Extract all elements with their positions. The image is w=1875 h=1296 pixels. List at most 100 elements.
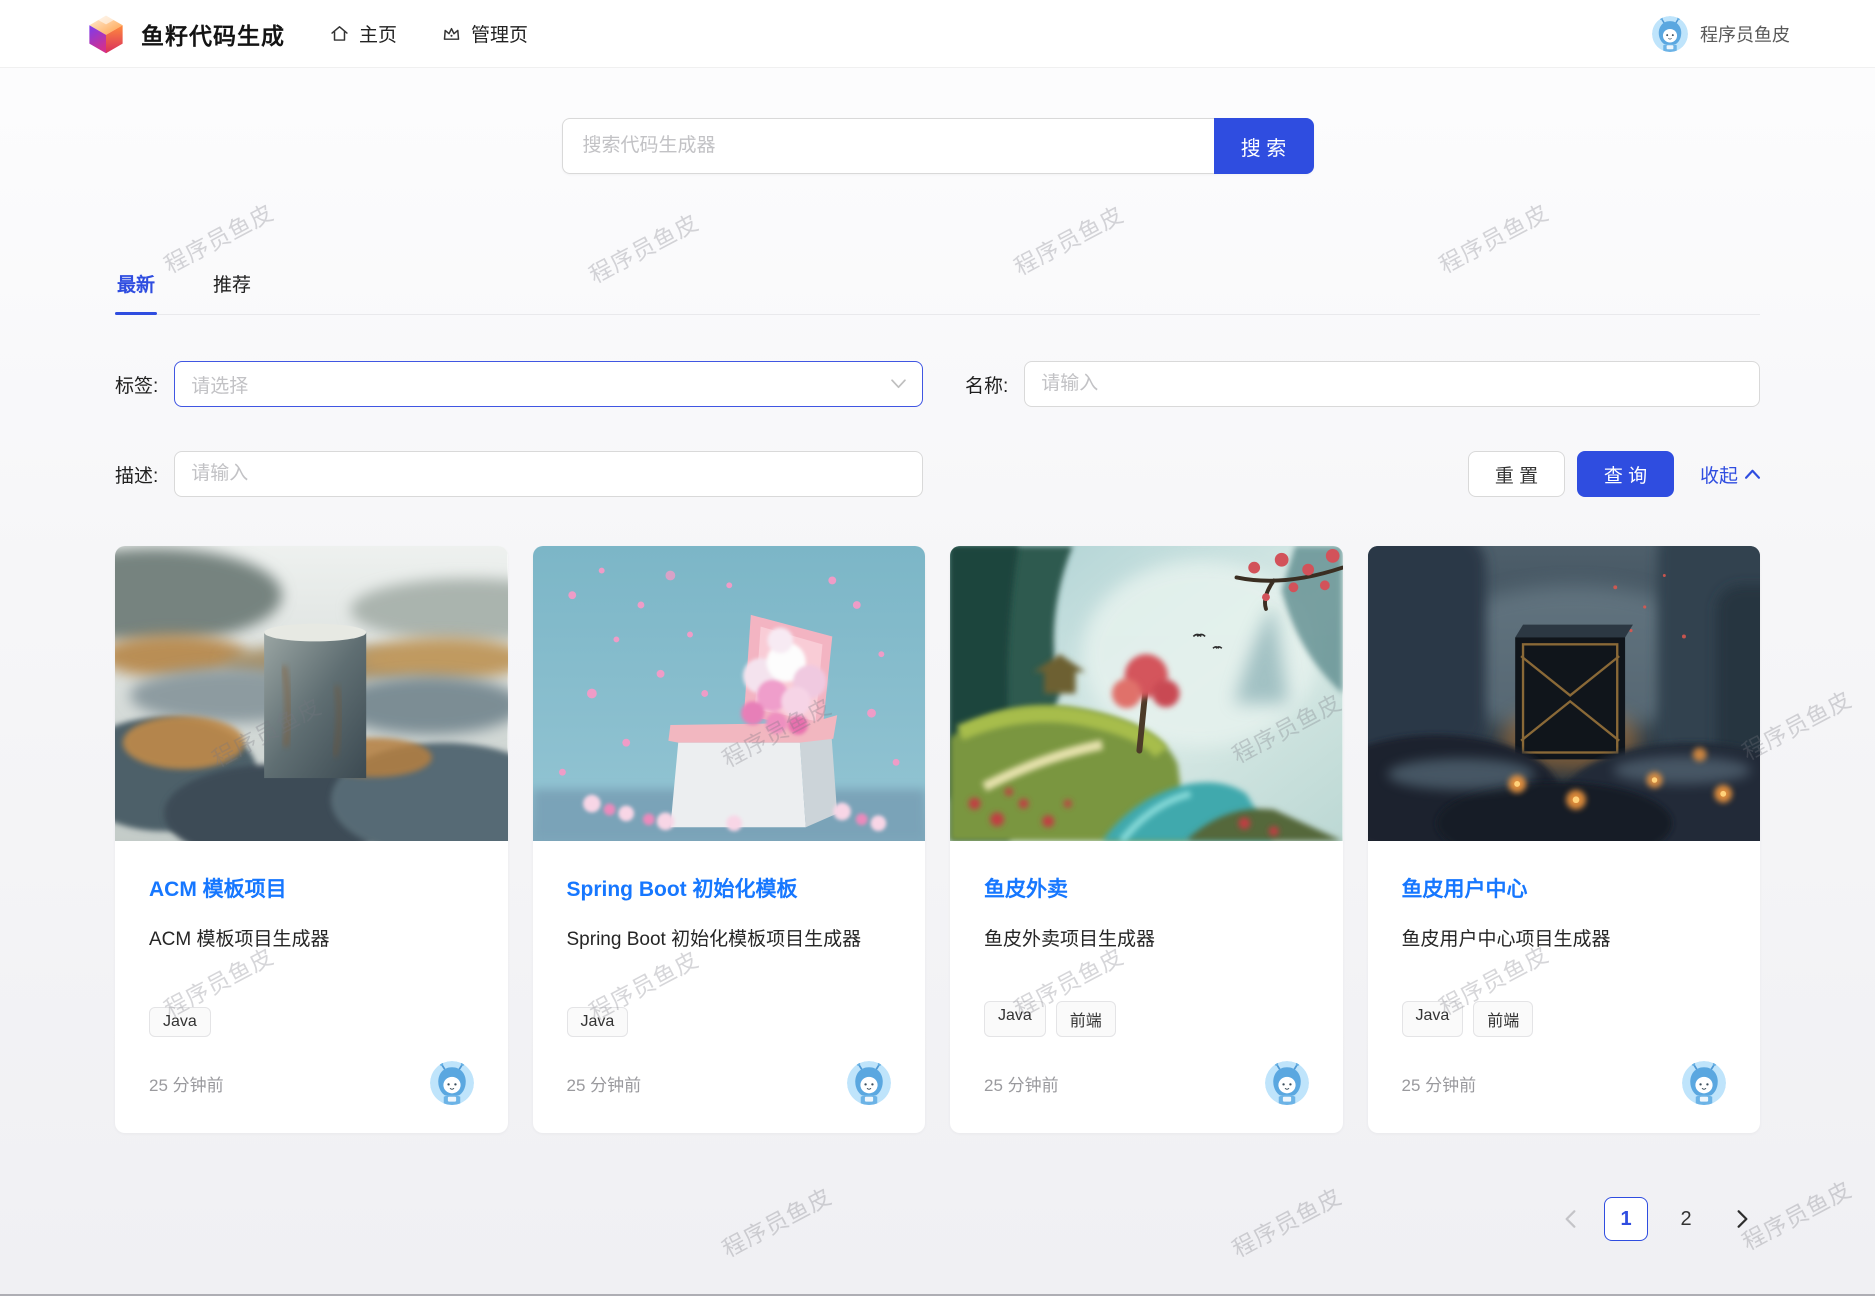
user-menu[interactable]: 程序员鱼皮 bbox=[1652, 16, 1790, 52]
tag-pill: Java bbox=[1402, 1001, 1464, 1037]
cover-art-valley-landscape bbox=[950, 546, 1343, 841]
card-body: ACM 模板项目 ACM 模板项目生成器 Java 25 分钟前 bbox=[115, 841, 508, 1133]
brand[interactable]: 鱼籽代码生成 bbox=[85, 12, 285, 56]
card-tags: Java bbox=[567, 1007, 892, 1037]
tag-pill: 前端 bbox=[1473, 1001, 1533, 1037]
name-filter-input[interactable] bbox=[1024, 361, 1760, 407]
cover-art-desert-cube bbox=[115, 546, 508, 841]
tag-pill: 前端 bbox=[1056, 1001, 1116, 1037]
filter-actions: 重 置 查 询 收起 bbox=[1468, 451, 1760, 497]
crown-icon bbox=[441, 23, 462, 44]
card-title-link[interactable]: ACM 模板项目 bbox=[149, 873, 474, 903]
card-cover-image bbox=[950, 546, 1343, 841]
card-title-link[interactable]: 鱼皮外卖 bbox=[984, 873, 1309, 903]
cover-art-flower-box bbox=[533, 546, 926, 841]
tag-pill: Java bbox=[567, 1007, 629, 1037]
card-author-avatar bbox=[430, 1061, 474, 1105]
card-description: 鱼皮用户中心项目生成器 bbox=[1402, 925, 1727, 954]
card-description: ACM 模板项目生成器 bbox=[149, 925, 474, 954]
search-box: 搜 索 bbox=[562, 118, 1314, 174]
card-cover-image bbox=[533, 546, 926, 841]
generator-card-grid: ACM 模板项目 ACM 模板项目生成器 Java 25 分钟前 bbox=[115, 546, 1760, 1133]
pagination-page-1[interactable]: 1 bbox=[1604, 1197, 1648, 1241]
card-cover-image bbox=[1368, 546, 1761, 841]
tag-select-placeholder: 请选择 bbox=[191, 371, 248, 398]
chevron-right-icon bbox=[1737, 1210, 1748, 1228]
card-cover-image bbox=[115, 546, 508, 841]
chevron-down-icon bbox=[891, 379, 906, 389]
tag-pill: Java bbox=[149, 1007, 211, 1037]
card-description: Spring Boot 初始化模板项目生成器 bbox=[567, 925, 892, 954]
home-icon bbox=[329, 23, 350, 44]
chevron-up-icon bbox=[1745, 469, 1760, 479]
card-footer: 25 分钟前 bbox=[1402, 1061, 1727, 1105]
nav-item-label: 主页 bbox=[359, 20, 397, 47]
pagination-next-button[interactable] bbox=[1724, 1197, 1760, 1241]
brand-logo-cube-icon bbox=[85, 12, 127, 56]
filter-group-description: 描述: bbox=[115, 451, 923, 497]
tab-recommended[interactable]: 推荐 bbox=[211, 258, 253, 314]
nav-item-home[interactable]: 主页 bbox=[329, 20, 397, 47]
filter-form: 标签: 请选择 名称: 描述: 重 置 查 询 bbox=[115, 361, 1760, 497]
card-title-link[interactable]: Spring Boot 初始化模板 bbox=[567, 873, 892, 903]
card-body: 鱼皮外卖 鱼皮外卖项目生成器 Java 前端 25 分钟前 bbox=[950, 841, 1343, 1133]
reset-button[interactable]: 重 置 bbox=[1468, 451, 1565, 497]
card-author-avatar bbox=[1265, 1061, 1309, 1105]
filter-group-name: 名称: bbox=[965, 361, 1760, 407]
description-filter-label: 描述: bbox=[115, 461, 158, 488]
name-filter-label: 名称: bbox=[965, 371, 1008, 398]
nav-item-admin[interactable]: 管理页 bbox=[441, 20, 528, 47]
chevron-left-icon bbox=[1565, 1210, 1576, 1228]
nav-item-label: 管理页 bbox=[471, 20, 528, 47]
user-avatar bbox=[1652, 16, 1688, 52]
card-tags: Java bbox=[149, 1007, 474, 1037]
card-footer: 25 分钟前 bbox=[567, 1061, 892, 1105]
card-timestamp: 25 分钟前 bbox=[984, 1071, 1059, 1096]
mascot-avatar-icon bbox=[1682, 1061, 1726, 1105]
filter-row-2: 描述: 重 置 查 询 收起 bbox=[115, 451, 1760, 497]
generator-card[interactable]: 鱼皮用户中心 鱼皮用户中心项目生成器 Java前端 25 分钟前 bbox=[1368, 546, 1761, 1133]
pagination-prev-button[interactable] bbox=[1552, 1197, 1588, 1241]
tag-select[interactable]: 请选择 bbox=[174, 361, 923, 407]
card-footer: 25 分钟前 bbox=[149, 1061, 474, 1105]
search-row: 搜 索 bbox=[0, 118, 1875, 174]
query-button[interactable]: 查 询 bbox=[1577, 451, 1674, 497]
generator-card[interactable]: Spring Boot 初始化模板 Spring Boot 初始化模板项目生成器… bbox=[533, 546, 926, 1133]
tag-filter-label: 标签: bbox=[115, 371, 158, 398]
card-author-avatar bbox=[1682, 1061, 1726, 1105]
tag-pill: Java bbox=[984, 1001, 1046, 1037]
filter-group-tag: 标签: 请选择 bbox=[115, 361, 923, 407]
brand-title: 鱼籽代码生成 bbox=[141, 17, 285, 51]
mascot-avatar-icon bbox=[430, 1061, 474, 1105]
mascot-avatar-icon bbox=[1652, 16, 1688, 52]
filter-row-1: 标签: 请选择 名称: bbox=[115, 361, 1760, 407]
card-description: 鱼皮外卖项目生成器 bbox=[984, 925, 1309, 954]
card-tags: Java 前端 bbox=[984, 1001, 1309, 1037]
generator-card[interactable]: 鱼皮外卖 鱼皮外卖项目生成器 Java 前端 25 分钟前 bbox=[950, 546, 1343, 1133]
card-author-avatar bbox=[847, 1061, 891, 1105]
card-body: 鱼皮用户中心 鱼皮用户中心项目生成器 Java前端 25 分钟前 bbox=[1368, 841, 1761, 1133]
page: 鱼籽代码生成 主页 管理页 程序员鱼皮 搜 索 bbox=[0, 0, 1875, 1296]
card-title-link[interactable]: 鱼皮用户中心 bbox=[1402, 873, 1727, 903]
mascot-avatar-icon bbox=[847, 1061, 891, 1105]
card-tags: Java前端 bbox=[1402, 1001, 1727, 1037]
card-footer: 25 分钟前 bbox=[984, 1061, 1309, 1105]
card-timestamp: 25 分钟前 bbox=[567, 1071, 642, 1096]
collapse-link[interactable]: 收起 bbox=[1700, 461, 1760, 488]
generator-card[interactable]: ACM 模板项目 ACM 模板项目生成器 Java 25 分钟前 bbox=[115, 546, 508, 1133]
mascot-avatar-icon bbox=[1265, 1061, 1309, 1105]
card-body: Spring Boot 初始化模板 Spring Boot 初始化模板项目生成器… bbox=[533, 841, 926, 1133]
cover-art-dark-cube bbox=[1368, 546, 1761, 841]
description-filter-input[interactable] bbox=[174, 451, 923, 497]
search-input[interactable] bbox=[562, 118, 1214, 174]
pagination: 1 2 bbox=[115, 1197, 1760, 1241]
tab-latest[interactable]: 最新 bbox=[115, 258, 157, 314]
collapse-label: 收起 bbox=[1700, 461, 1738, 488]
search-button[interactable]: 搜 索 bbox=[1214, 118, 1314, 174]
card-timestamp: 25 分钟前 bbox=[1402, 1071, 1477, 1096]
user-name: 程序员鱼皮 bbox=[1700, 21, 1790, 47]
tab-bar: 最新 推荐 bbox=[115, 258, 1760, 315]
pagination-page-2[interactable]: 2 bbox=[1664, 1197, 1708, 1241]
card-timestamp: 25 分钟前 bbox=[149, 1071, 224, 1096]
navbar: 鱼籽代码生成 主页 管理页 程序员鱼皮 bbox=[0, 0, 1875, 68]
